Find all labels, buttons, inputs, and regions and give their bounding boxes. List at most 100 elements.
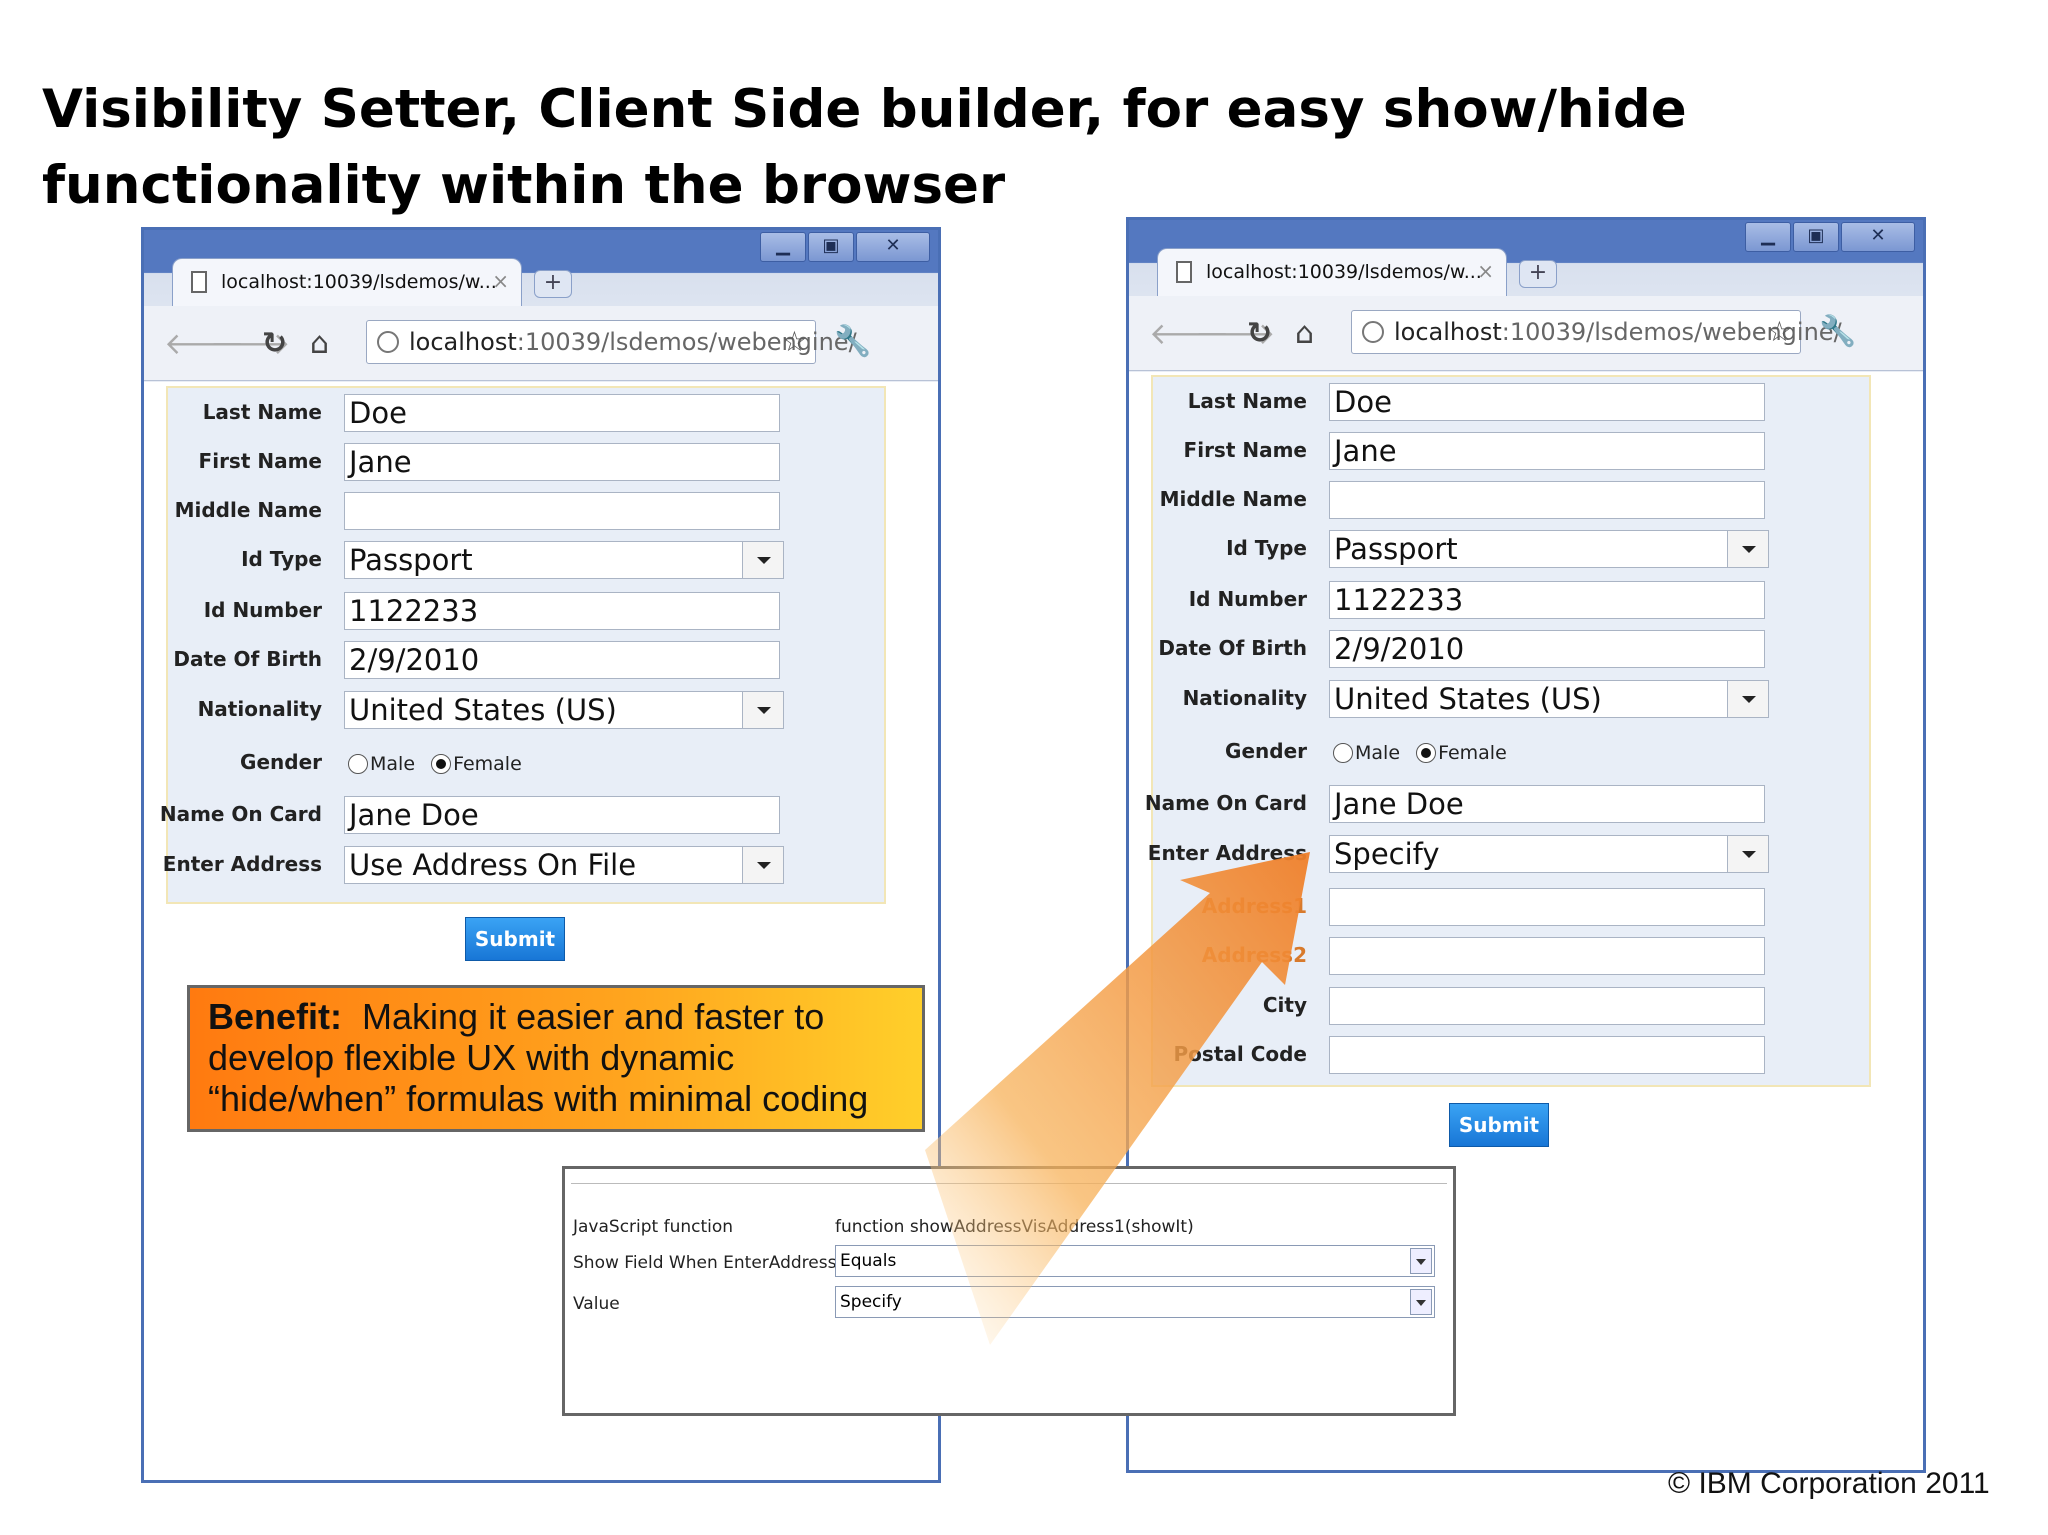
value-select-value: Specify: [840, 1292, 902, 1312]
chevron-down-icon[interactable]: [1727, 531, 1768, 567]
tab-title: localhost:10039/lsdemos/w...: [221, 271, 497, 293]
row-dob: Date Of Birth 2/9/2010: [1153, 630, 1869, 670]
name-on-card-input[interactable]: Jane Doe: [344, 796, 780, 834]
reload-icon[interactable]: ↻: [1247, 316, 1272, 351]
address-bar[interactable]: localhost:10039/lsdemos/webengine/ ☆: [366, 320, 857, 364]
row-middle-name: Middle Name: [168, 492, 884, 532]
row-nationality: Nationality United States (US): [1153, 680, 1869, 720]
label-enter-address: Enter Address: [162, 852, 322, 876]
chevron-down-icon[interactable]: [1727, 836, 1768, 872]
chevron-down-icon[interactable]: [1727, 681, 1768, 717]
submit-button[interactable]: Submit: [465, 917, 565, 961]
id-type-value: Passport: [349, 543, 473, 577]
gender-male-radio[interactable]: [348, 753, 368, 774]
condition-value: Equals: [840, 1251, 897, 1271]
show-field-when-label: Show Field When EnterAddress: [573, 1253, 837, 1273]
submit-button[interactable]: Submit: [1449, 1103, 1549, 1147]
row-last-name: Last Name Doe: [1153, 383, 1869, 423]
config-row-value: Value Specify: [573, 1286, 1443, 1320]
id-type-select[interactable]: Passport: [344, 541, 784, 579]
chevron-down-icon[interactable]: [1410, 1289, 1432, 1315]
label-last-name: Last Name: [1187, 389, 1307, 413]
gender-radio-group: Male Female: [1333, 741, 1517, 764]
gender-female-label: Female: [453, 752, 522, 775]
row-enter-address: Enter Address Specify: [1148, 835, 1869, 875]
address2-input[interactable]: [1329, 937, 1765, 975]
nationality-value: United States (US): [1334, 682, 1602, 716]
form-panel: Last Name Doe First Name Jane Middle Nam…: [1145, 375, 1871, 1087]
row-nationality: Nationality United States (US): [168, 691, 884, 731]
label-id-number: Id Number: [1188, 587, 1307, 611]
wrench-icon[interactable]: 🔧: [1819, 314, 1856, 349]
gender-radio-group: Male Female: [348, 752, 532, 775]
id-number-input[interactable]: 1122233: [1329, 581, 1765, 619]
postal-code-input[interactable]: [1329, 1036, 1765, 1074]
row-gender: Gender Male Female: [168, 744, 884, 784]
new-tab-button[interactable]: +: [534, 270, 572, 298]
minimize-icon[interactable]: ▁: [1745, 222, 1791, 252]
browser-tab[interactable]: localhost:10039/lsdemos/w... ×: [172, 258, 522, 306]
first-name-input[interactable]: Jane: [1329, 432, 1765, 470]
nationality-select[interactable]: United States (US): [1329, 680, 1769, 718]
last-name-input[interactable]: Doe: [1329, 383, 1765, 421]
value-select[interactable]: Specify: [835, 1286, 1435, 1318]
enter-address-select[interactable]: Specify: [1329, 835, 1769, 873]
bookmark-star-icon[interactable]: ☆: [1767, 315, 1792, 348]
row-gender: Gender Male Female: [1153, 733, 1869, 773]
bookmark-star-icon[interactable]: ☆: [782, 325, 807, 358]
new-tab-button[interactable]: +: [1519, 260, 1557, 288]
label-middle-name: Middle Name: [174, 498, 322, 522]
address1-input[interactable]: [1329, 888, 1765, 926]
label-nationality: Nationality: [1182, 686, 1307, 710]
id-type-select[interactable]: Passport: [1329, 530, 1769, 568]
close-icon[interactable]: ✕: [1841, 222, 1915, 252]
row-name-on-card: Name On Card Jane Doe: [160, 796, 884, 836]
row-postal-code: Postal Code: [1153, 1036, 1869, 1076]
nationality-value: United States (US): [349, 693, 617, 727]
nationality-select[interactable]: United States (US): [344, 691, 784, 729]
label-middle-name: Middle Name: [1159, 487, 1307, 511]
close-icon[interactable]: ✕: [856, 232, 930, 262]
home-icon[interactable]: ⌂: [1295, 316, 1314, 351]
middle-name-input[interactable]: [344, 492, 780, 530]
enter-address-value: Specify: [1334, 837, 1440, 871]
label-address2: Address2: [1201, 943, 1307, 967]
id-number-input[interactable]: 1122233: [344, 592, 780, 630]
row-dob: Date Of Birth 2/9/2010: [168, 641, 884, 681]
id-type-value: Passport: [1334, 532, 1458, 566]
gender-female-radio[interactable]: [1416, 742, 1437, 763]
browser-tab[interactable]: localhost:10039/lsdemos/w... ×: [1157, 248, 1507, 296]
minimize-icon[interactable]: ▁: [760, 232, 806, 262]
gender-male-radio[interactable]: [1333, 742, 1353, 763]
condition-select[interactable]: Equals: [835, 1245, 1435, 1277]
city-input[interactable]: [1329, 987, 1765, 1025]
slide-title: Visibility Setter, Client Side builder, …: [42, 79, 1687, 216]
last-name-input[interactable]: Doe: [344, 394, 780, 432]
tab-close-icon[interactable]: ×: [492, 269, 509, 293]
gender-female-radio[interactable]: [431, 753, 452, 774]
tab-close-icon[interactable]: ×: [1477, 259, 1494, 283]
chevron-down-icon[interactable]: [742, 847, 783, 883]
maximize-icon[interactable]: ▣: [808, 232, 854, 262]
row-id-type: Id Type Passport: [168, 541, 884, 581]
name-on-card-input[interactable]: Jane Doe: [1329, 785, 1765, 823]
maximize-icon[interactable]: ▣: [1793, 222, 1839, 252]
address-bar[interactable]: localhost:10039/lsdemos/webengine/ ☆: [1351, 310, 1842, 354]
enter-address-select[interactable]: Use Address On File: [344, 846, 784, 884]
row-middle-name: Middle Name: [1153, 481, 1869, 521]
first-name-input[interactable]: Jane: [344, 443, 780, 481]
wrench-icon[interactable]: 🔧: [834, 324, 871, 359]
home-icon[interactable]: ⌂: [310, 326, 329, 361]
label-last-name: Last Name: [202, 400, 322, 424]
dob-input[interactable]: 2/9/2010: [1329, 630, 1765, 668]
middle-name-input[interactable]: [1329, 481, 1765, 519]
dob-input[interactable]: 2/9/2010: [344, 641, 780, 679]
label-name-on-card: Name On Card: [1144, 791, 1307, 815]
enter-address-value: Use Address On File: [349, 848, 637, 882]
row-enter-address: Enter Address Use Address On File: [163, 846, 884, 886]
reload-icon[interactable]: ↻: [262, 326, 287, 361]
chevron-down-icon[interactable]: [742, 692, 783, 728]
visibility-config-panel: JavaScript function function showAddress…: [562, 1166, 1456, 1416]
chevron-down-icon[interactable]: [742, 542, 783, 578]
chevron-down-icon[interactable]: [1410, 1248, 1432, 1274]
